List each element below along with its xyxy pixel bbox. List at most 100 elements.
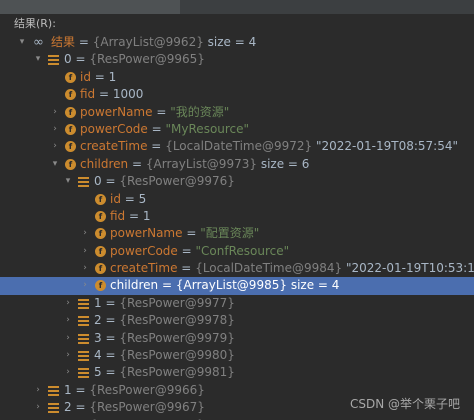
chevron-right-icon[interactable]: › [79,243,91,260]
equals: = [99,87,110,102]
var-type: {ResPower@9980} [119,348,235,363]
var-type: {ResPower@9977} [119,295,235,310]
chevron-right-icon[interactable]: › [62,295,74,312]
var-type: {ResPower@9979} [119,330,235,345]
equals: = [75,382,86,397]
equals: = [78,35,89,49]
chevron-right-icon[interactable]: › [79,225,91,242]
tree-row-child-1[interactable]: › 1 = {ResPower@9977} [0,295,474,312]
equals: = [105,174,116,189]
equals: = [105,348,116,363]
tree-row-child-field-id[interactable]: f id = 5 [0,191,474,208]
var-type: {ResPower@9981} [119,365,235,380]
var-name: 1 [94,295,102,310]
tree-row-field-fid[interactable]: f fid = 1000 [0,86,474,103]
chevron-right-icon[interactable]: › [62,347,74,364]
list-icon [48,385,59,396]
var-name: 1 [64,382,72,397]
var-value: "ConfResource" [195,243,290,258]
var-size: size = 6 [260,156,310,171]
var-name: createTime [110,261,178,276]
chevron-down-icon[interactable]: ▾ [62,173,74,190]
var-type: {ResPower@9976} [119,174,235,189]
tree-row-item-0[interactable]: ▾ 0 = {ResPower@9965} [0,51,474,68]
chevron-right-icon[interactable]: › [49,121,61,138]
chevron-down-icon[interactable]: ▾ [49,156,61,173]
field-icon: f [95,228,106,240]
tree-row-field-powerCode[interactable]: › f powerCode = "MyResource" [0,121,474,138]
tree-row-field-children[interactable]: ▾ f children = {ArrayList@9973} size = 6 [0,156,474,173]
var-name: 0 [64,52,72,67]
tree-row-child-2[interactable]: › 2 = {ResPower@9978} [0,312,474,329]
equals: = [186,226,197,241]
var-value: 1000 [112,87,144,102]
field-icon: f [95,210,106,222]
chevron-right-icon[interactable]: › [62,330,74,347]
chevron-right-icon[interactable]: › [49,138,61,155]
panel-top-bar [0,0,474,14]
var-type: {ResPower@9978} [119,313,235,328]
field-icon: f [95,280,106,292]
equals: = [156,104,167,119]
infinity-icon: ∞ [33,35,44,50]
chevron-right-icon[interactable]: › [49,104,61,121]
var-name: 结果 [51,35,76,49]
var-name: powerCode [110,243,178,258]
tree-row-child-field-fid[interactable]: f fid = 1 [0,208,474,225]
chevron-down-icon[interactable]: ▾ [16,34,28,51]
chevron-right-icon[interactable]: › [32,417,44,420]
tree-row-item-3[interactable]: › 3 = {ResPower@9968} [0,417,474,420]
tree-row-field-createTime[interactable]: › f createTime = {LocalDateTime@9972} "2… [0,138,474,155]
chevron-right-icon[interactable]: › [79,277,91,294]
var-name: 4 [94,348,102,363]
equals: = [181,243,192,258]
tree-row-child-5[interactable]: › 5 = {ResPower@9981} [0,364,474,381]
var-value: "2022-01-19T10:53:15" [345,261,474,276]
equals: = [94,69,105,84]
var-value: "配置资源" [200,226,260,241]
list-icon [78,350,89,362]
equals: = [105,330,116,345]
var-name: children [110,278,159,293]
tree-row-child-3[interactable]: › 3 = {ResPower@9979} [0,330,474,347]
list-icon [78,333,89,344]
field-icon: f [65,106,76,118]
tree-row-child-0[interactable]: ▾ 0 = {ResPower@9976} [0,173,474,190]
list-icon [78,176,89,188]
chevron-right-icon[interactable]: › [62,364,74,381]
var-value: 1 [142,208,151,223]
var-name: fid [110,208,126,223]
list-icon [48,54,59,66]
tree-row-child-field-children[interactable]: › f children = {ArrayList@9985} size = 4 [0,277,474,295]
var-value: 1 [108,69,117,84]
equals: = [181,261,192,276]
tree-row-root[interactable]: ▾ ∞ 结果 = {ArrayList@9962} size = 4 [0,34,474,51]
var-name: powerName [80,104,153,119]
field-icon: f [95,193,106,205]
tree-row-child-4[interactable]: › 4 = {ResPower@9980} [0,347,474,364]
field-icon: f [65,141,76,153]
equals: = [161,278,173,293]
chevron-down-icon[interactable]: ▾ [32,51,44,68]
var-size: size = 4 [290,278,340,293]
var-type: {ArrayList@9985} [175,278,287,293]
field-icon: f [65,71,76,83]
tree-row-child-field-powerCode[interactable]: › f powerCode = "ConfResource" [0,243,474,260]
tree-row-child-field-createTime[interactable]: › f createTime = {LocalDateTime@9984} "2… [0,260,474,277]
var-type: {ResPower@9966} [89,382,205,397]
tree-row-field-id[interactable]: f id = 1 [0,69,474,86]
var-name: powerName [110,226,183,241]
tree-row-child-field-powerName[interactable]: › f powerName = "配置资源" [0,225,474,242]
equals: = [151,121,162,136]
var-value: "MyResource" [165,121,250,136]
list-icon [48,402,59,414]
chevron-right-icon[interactable]: › [79,260,91,277]
tree-row-field-powerName[interactable]: › f powerName = "我的资源" [0,104,474,121]
field-icon: f [65,89,76,101]
equals: = [124,191,135,206]
chevron-right-icon[interactable]: › [32,399,44,416]
chevron-right-icon[interactable]: › [32,382,44,399]
field-icon: f [95,245,106,257]
variable-tree: ▾ ∞ 结果 = {ArrayList@9962} size = 4 ▾ 0 =… [0,34,474,420]
chevron-right-icon[interactable]: › [62,312,74,329]
